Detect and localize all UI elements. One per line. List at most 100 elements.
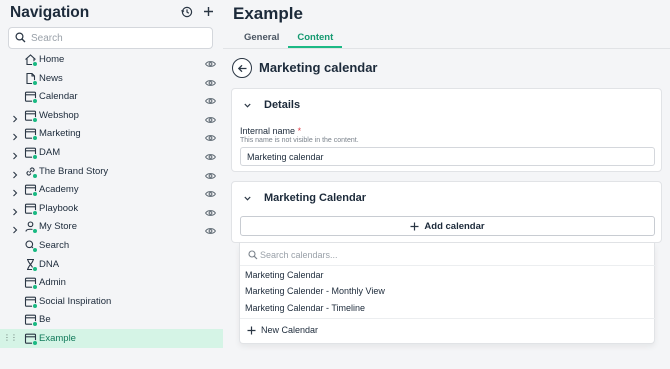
add-icon[interactable] [203,6,214,18]
status-dot [32,209,38,216]
page-icon [24,127,38,142]
sidebar-item-label: Marketing [39,128,81,140]
sidebar-item-label: Academy [39,184,79,196]
status-dot [32,321,38,328]
hourglass-icon [24,258,38,272]
dropdown-divider [240,318,656,319]
status-dot [32,153,38,160]
navigation-tree: Home News Calendar Webshop Marketing DAM The B… [0,50,223,348]
calendar-option[interactable]: Marketing Calender - Monthly View [245,286,385,296]
sidebar-title: Navigation [10,4,90,21]
sidebar-item-calendar[interactable]: Calendar [0,87,223,106]
sidebar-item-dam[interactable]: DAM [0,143,223,162]
sidebar-item-search[interactable]: Search [0,236,223,255]
sidebar-search-input[interactable] [31,30,206,46]
sidebar-item-label: Search [39,239,70,251]
page-icon [24,332,38,346]
sidebar-item-dna[interactable]: DNA [0,255,223,274]
status-dot [32,265,38,272]
sidebar-item-label: The Brand Story [39,165,109,177]
home-icon [24,53,38,67]
calendar-option[interactable]: Marketing Calendar [245,270,324,280]
page-icon [24,276,38,291]
tab-bar: General Content [235,28,343,48]
marketing-calendar-header[interactable]: Marketing Calendar [244,192,366,204]
history-icon[interactable] [181,6,193,18]
plus-icon [247,326,256,334]
status-dot [32,339,38,346]
sidebar-item-news[interactable]: News [0,69,223,88]
sidebar-item-the-brand-story[interactable]: The Brand Story [0,162,223,181]
page-icon [24,183,38,198]
new-calendar-button[interactable]: New Calendar [247,325,318,335]
status-dot [32,228,38,235]
sidebar-item-label: Home [39,54,65,65]
sidebar-actions [181,6,214,18]
page-icon [24,90,38,105]
status-dot [32,79,38,86]
status-dot [32,191,38,198]
sidebar-item-label: Be [39,314,51,326]
sidebar-item-label: Example [39,332,76,344]
sidebar-item-admin[interactable]: Admin [0,273,223,292]
status-dot [32,246,38,253]
chevron-down-icon [244,103,251,108]
sidebar-item-label: Social Inspiration [39,295,112,307]
sidebar-item-be[interactable]: Be [0,310,223,329]
search-icon [24,239,38,253]
sidebar-item-label: Admin [39,277,66,289]
plus-icon [410,222,419,230]
internal-name-label: Internal name * [240,126,302,136]
search-icon [248,250,258,260]
status-dot [32,172,38,179]
person-icon [24,220,38,235]
page-icon [24,313,38,328]
sidebar-item-label: DNA [39,258,60,270]
calendar-dropdown: Marketing Calendar Marketing Calender - … [239,243,656,344]
sidebar: Navigation Home News Calendar Webshop Market… [0,0,223,369]
back-button[interactable] [232,58,252,78]
page-title: Example [233,4,303,23]
sidebar-item-label: Webshop [39,109,79,121]
tab-content[interactable]: Content [288,28,343,48]
page-icon [24,202,38,216]
page-icon [24,109,38,123]
add-calendar-button[interactable]: Add calendar [240,216,655,236]
sidebar-item-label: Playbook [39,202,79,214]
sidebar-item-label: Calendar [39,91,78,103]
status-dot [32,284,38,291]
details-card: Details Internal name * This name is not… [231,88,662,172]
sidebar-item-label: DAM [39,146,61,158]
required-marker: * [297,126,302,136]
calendar-search[interactable] [246,247,646,263]
sidebar-item-marketing[interactable]: Marketing [0,124,223,143]
link-icon [24,165,38,179]
marketing-calendar-card: Marketing Calendar Add calendar [231,181,662,243]
internal-name-hint: This name is not visible in the content. [240,137,359,144]
status-dot [32,98,38,105]
tab-general[interactable]: General [235,28,288,48]
sidebar-item-home[interactable]: Home [0,50,223,69]
sidebar-search[interactable] [8,27,213,49]
chevron-down-icon [244,196,251,201]
drag-handle-icon[interactable]: ⋮⋮ [3,333,18,342]
marketing-calendar-heading: Marketing Calendar [264,192,367,204]
sidebar-item-label: My Store [39,221,78,233]
dropdown-divider [240,265,656,266]
content-title: Marketing calendar [259,60,378,75]
details-header[interactable]: Details [244,99,300,111]
sidebar-item-my-store[interactable]: My Store [0,217,223,236]
page-icon [24,146,38,160]
sidebar-item-social-inspiration[interactable]: Social Inspiration [0,292,223,311]
details-heading: Details [264,99,301,111]
calendar-search-input[interactable] [260,247,640,263]
internal-name-input[interactable] [240,147,655,166]
sidebar-item-example[interactable]: ⋮⋮ Example [0,328,223,348]
page-icon [24,295,38,309]
sidebar-item-playbook[interactable]: Playbook [0,199,223,218]
calendar-option[interactable]: Marketing Calendar - Timeline [245,303,365,313]
new-calendar-label: New Calendar [261,325,319,335]
sidebar-item-webshop[interactable]: Webshop [0,106,223,125]
document-icon [24,72,38,86]
sidebar-item-academy[interactable]: Academy [0,180,223,199]
